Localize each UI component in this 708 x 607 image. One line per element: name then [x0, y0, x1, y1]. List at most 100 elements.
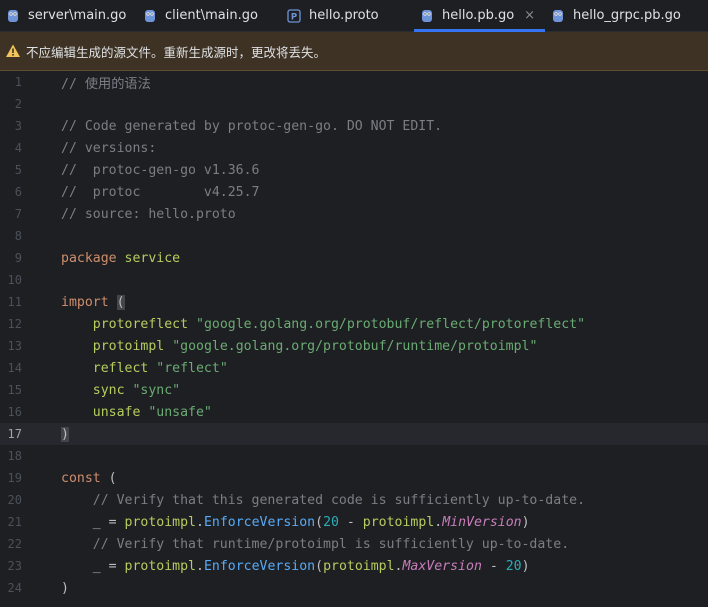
- code-token: "google.golang.org/protobuf/reflect/prot…: [196, 316, 586, 332]
- gopher-icon: [420, 9, 434, 23]
- line-number: 6: [14, 185, 22, 199]
- line-number: 24: [7, 581, 22, 595]
- code-line[interactable]: 10: [0, 269, 708, 291]
- code-token: (: [315, 514, 324, 530]
- code-line[interactable]: 13 protoimpl "google.golang.org/protobuf…: [0, 335, 708, 357]
- line-number: 10: [7, 273, 22, 287]
- tab-client-main-go[interactable]: client\main.go: [137, 0, 281, 31]
- tab-server-main-go[interactable]: server\main.go: [0, 0, 137, 31]
- code-token: // protoc v4.25.7: [61, 184, 260, 200]
- code-line[interactable]: 14 reflect "reflect": [0, 357, 708, 379]
- code-token: "unsafe": [148, 404, 212, 420]
- line-number: 20: [7, 493, 22, 507]
- code-token: sync: [92, 382, 125, 398]
- line-number: 12: [7, 317, 22, 331]
- code-token: unsafe: [92, 404, 141, 420]
- line-number: 23: [7, 559, 22, 573]
- code-line[interactable]: 2: [0, 93, 708, 115]
- code-token: MaxVersion: [402, 558, 482, 574]
- line-number: 7: [14, 207, 22, 221]
- code-line[interactable]: 5 // protoc-gen-go v1.36.6: [0, 159, 708, 181]
- line-number: 9: [14, 251, 22, 265]
- code-token: ): [61, 426, 69, 442]
- tab-hello-proto[interactable]: P hello.proto: [281, 0, 414, 31]
- code-token: protoreflect: [92, 316, 189, 332]
- code-token: // Code generated by protoc-gen-go. DO N…: [61, 118, 443, 134]
- code-text: _ = protoimpl.EnforceVersion(protoimpl.M…: [22, 559, 530, 574]
- code-line[interactable]: 20 // Verify that this generated code is…: [0, 489, 708, 511]
- code-text: const (: [22, 471, 117, 486]
- code-token: "reflect": [156, 360, 228, 376]
- code-text: package service: [22, 251, 180, 266]
- code-line[interactable]: 8: [0, 225, 708, 247]
- gopher-icon: [6, 9, 20, 23]
- line-number: 4: [14, 141, 22, 155]
- code-line[interactable]: 15 sync "sync": [0, 379, 708, 401]
- code-token: MinVersion: [442, 514, 522, 530]
- tab-hello-grpc-pb-go[interactable]: hello_grpc.pb.go: [545, 0, 708, 31]
- line-number: 15: [7, 383, 22, 397]
- code-token: // source: hello.proto: [61, 206, 236, 222]
- close-icon[interactable]: ×: [524, 8, 535, 23]
- code-token: import: [61, 294, 109, 310]
- code-line[interactable]: 6 // protoc v4.25.7: [0, 181, 708, 203]
- code-text: // Verify that runtime/protoimpl is suff…: [22, 537, 569, 552]
- code-token: (: [100, 470, 117, 486]
- code-line[interactable]: 9 package service: [0, 247, 708, 269]
- code-token: ): [521, 558, 530, 574]
- code-line[interactable]: 18: [0, 445, 708, 467]
- tab-label: hello.proto: [309, 8, 379, 23]
- code-text: import (: [22, 294, 125, 310]
- code-token: (: [315, 558, 324, 574]
- code-token: "google.golang.org/protobuf/runtime/prot…: [172, 338, 538, 354]
- code-token: service: [124, 250, 181, 266]
- code-line[interactable]: 7 // source: hello.proto: [0, 203, 708, 225]
- code-token: .: [434, 514, 443, 530]
- code-text: sync "sync": [22, 383, 180, 398]
- code-token: // 使用的语法: [61, 76, 151, 92]
- gopher-icon: [143, 9, 157, 23]
- code-line[interactable]: 19 const (: [0, 467, 708, 489]
- line-number: 5: [14, 163, 22, 177]
- code-token: // Verify that this generated code is su…: [61, 492, 586, 508]
- code-text: // versions:: [22, 141, 156, 156]
- code-line[interactable]: 16 unsafe "unsafe": [0, 401, 708, 423]
- code-text: // protoc v4.25.7: [22, 185, 260, 200]
- code-line[interactable]: 24): [0, 577, 708, 599]
- code-token: "sync": [132, 382, 181, 398]
- code-text: // 使用的语法: [22, 73, 151, 92]
- code-text: // protoc-gen-go v1.36.6: [22, 163, 260, 178]
- code-token: // protoc-gen-go v1.36.6: [61, 162, 260, 178]
- code-line[interactable]: 11 import (: [0, 291, 708, 313]
- code-text: // Code generated by protoc-gen-go. DO N…: [22, 119, 442, 134]
- gopher-icon: [551, 9, 565, 23]
- line-number: 2: [14, 97, 22, 111]
- code-text: reflect "reflect": [22, 361, 228, 376]
- code-token: _ =: [61, 558, 125, 574]
- tab-hello-pb-go[interactable]: hello.pb.go ×: [414, 0, 545, 32]
- proto-file-icon: P: [287, 8, 301, 23]
- code-line[interactable]: 23 _ = protoimpl.EnforceVersion(protoimp…: [0, 555, 708, 577]
- warning-icon: [5, 43, 21, 59]
- code-line[interactable]: 3 // Code generated by protoc-gen-go. DO …: [0, 115, 708, 137]
- code-line[interactable]: 12 protoreflect "google.golang.org/proto…: [0, 313, 708, 335]
- code-line[interactable]: 17): [0, 423, 708, 445]
- code-token: // Verify that runtime/protoimpl is suff…: [61, 536, 570, 552]
- tab-label: server\main.go: [28, 8, 127, 23]
- code-token: protoimpl: [323, 558, 395, 574]
- code-token: ): [61, 580, 69, 596]
- code-line[interactable]: 21 _ = protoimpl.EnforceVersion(20 - pro…: [0, 511, 708, 533]
- editor-tab-bar: server\main.go client\main.go P hello.pr…: [0, 0, 708, 32]
- code-line[interactable]: 1 // 使用的语法: [0, 71, 708, 93]
- code-line[interactable]: 4 // versions:: [0, 137, 708, 159]
- line-number: 8: [14, 229, 22, 243]
- line-number: 18: [7, 449, 22, 463]
- code-line[interactable]: 22 // Verify that runtime/protoimpl is s…: [0, 533, 708, 555]
- code-editor[interactable]: 1// 使用的语法 2 3// Code generated by protoc-g…: [0, 71, 708, 599]
